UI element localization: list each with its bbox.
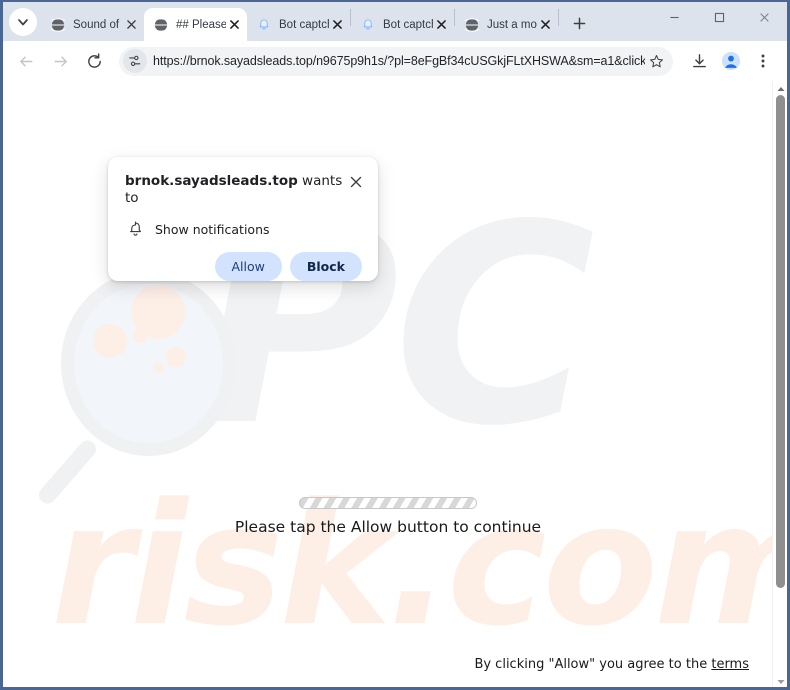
chevron-down-icon bbox=[18, 19, 28, 26]
bell-blue-icon bbox=[360, 17, 376, 33]
minimize-button[interactable] bbox=[652, 2, 697, 32]
download-icon bbox=[692, 53, 706, 67]
tab-sound-of-h[interactable]: Sound of H bbox=[41, 8, 144, 41]
forward-button[interactable] bbox=[45, 46, 75, 76]
tab-strip: Sound of H ## Please t bbox=[3, 2, 787, 41]
permission-request-label: Show notifications bbox=[155, 221, 270, 237]
page-viewport: PC risk.com Please tap the Allow button … bbox=[3, 81, 787, 687]
close-icon bbox=[760, 12, 769, 22]
tab-title: Bot captcha bbox=[383, 18, 433, 31]
watermark-dot bbox=[133, 329, 147, 343]
watermark-dot bbox=[131, 285, 185, 339]
tab-search-button[interactable] bbox=[9, 8, 37, 36]
permission-header: brnok.sayadsleads.top wants to bbox=[108, 157, 378, 207]
maximize-icon bbox=[714, 12, 725, 22]
browser-toolbar: https://brnok.sayadsleads.top/n9675p9h1s… bbox=[3, 41, 787, 81]
arrow-left-icon bbox=[19, 56, 32, 66]
window-controls bbox=[652, 2, 787, 41]
scroll-up-button[interactable] bbox=[773, 81, 787, 96]
globe-icon bbox=[50, 17, 66, 33]
page-center-content: Please tap the Allow button to continue bbox=[3, 497, 773, 536]
site-info-button[interactable] bbox=[123, 49, 147, 73]
tab-please-t[interactable]: ## Please t bbox=[144, 8, 247, 41]
tab-close-button[interactable] bbox=[123, 16, 140, 33]
permission-request-row: Show notifications bbox=[108, 207, 378, 238]
tab-title: Sound of H bbox=[73, 18, 123, 31]
caret-up-icon bbox=[777, 86, 784, 91]
permission-actions: Allow Block bbox=[108, 238, 378, 281]
terms-footer-text: By clicking "Allow" you agree to the bbox=[474, 657, 712, 672]
reload-icon bbox=[87, 52, 101, 68]
arrow-right-icon bbox=[54, 56, 67, 66]
watermark-dot bbox=[93, 324, 127, 358]
terms-footer: By clicking "Allow" you agree to the ter… bbox=[474, 657, 749, 672]
caret-down-icon bbox=[777, 679, 784, 684]
url-text[interactable]: https://brnok.sayadsleads.top/n9675p9h1s… bbox=[153, 54, 645, 68]
allow-button[interactable]: Allow bbox=[214, 251, 282, 281]
scroll-thumb[interactable] bbox=[776, 95, 785, 588]
star-icon bbox=[649, 54, 663, 67]
tab-close-button[interactable] bbox=[433, 16, 450, 33]
three-dots-vertical-icon bbox=[761, 54, 765, 68]
close-button[interactable] bbox=[742, 2, 787, 32]
magnifier-icon bbox=[61, 271, 236, 456]
permission-close-button[interactable] bbox=[346, 172, 366, 192]
watermark-dot bbox=[153, 362, 164, 373]
minimize-icon bbox=[670, 16, 679, 18]
tab-close-button[interactable] bbox=[226, 16, 243, 33]
tune-sliders-icon bbox=[129, 55, 141, 66]
tab-just-a-mom[interactable]: Just a mom bbox=[455, 8, 558, 41]
back-button[interactable] bbox=[11, 46, 41, 76]
avatar-icon bbox=[721, 51, 741, 71]
bell-blue-icon bbox=[256, 17, 272, 33]
instruction-text: Please tap the Allow button to continue bbox=[234, 518, 542, 536]
tab-title: Just a mom bbox=[487, 18, 537, 31]
new-tab-button[interactable] bbox=[565, 9, 593, 37]
tab-bot-captcha-1[interactable]: Bot captcha bbox=[247, 8, 350, 41]
block-button[interactable]: Block bbox=[289, 251, 362, 281]
watermark-dot bbox=[166, 347, 186, 367]
bookmark-button[interactable] bbox=[645, 50, 667, 72]
loading-progress-bar bbox=[299, 497, 477, 509]
close-icon bbox=[350, 176, 362, 188]
vertical-scrollbar[interactable] bbox=[772, 81, 787, 687]
permission-origin: brnok.sayadsleads.top bbox=[125, 173, 298, 189]
plus-icon bbox=[573, 17, 585, 29]
tab-title: Bot captcha bbox=[279, 18, 329, 31]
scroll-down-button[interactable] bbox=[773, 674, 787, 687]
bell-icon bbox=[127, 221, 144, 238]
browser-menu-button[interactable] bbox=[749, 47, 777, 75]
maximize-button[interactable] bbox=[697, 2, 742, 32]
terms-link[interactable]: terms bbox=[711, 657, 749, 672]
downloads-button[interactable] bbox=[685, 47, 713, 75]
reload-button[interactable] bbox=[79, 46, 109, 76]
tab-close-button[interactable] bbox=[329, 16, 346, 33]
globe-icon bbox=[153, 17, 169, 33]
notification-permission-dialog: brnok.sayadsleads.top wants to Show noti… bbox=[108, 157, 378, 281]
tab-separator bbox=[558, 8, 559, 26]
browser-window: Sound of H ## Please t bbox=[0, 0, 790, 690]
address-bar[interactable]: https://brnok.sayadsleads.top/n9675p9h1s… bbox=[119, 46, 673, 76]
tab-bot-captcha-2[interactable]: Bot captcha bbox=[351, 8, 454, 41]
tab-title: ## Please t bbox=[176, 18, 226, 31]
permission-title: brnok.sayadsleads.top wants to bbox=[125, 173, 346, 207]
profile-avatar[interactable] bbox=[717, 47, 745, 75]
globe-icon bbox=[464, 17, 480, 33]
tab-close-button[interactable] bbox=[537, 16, 554, 33]
